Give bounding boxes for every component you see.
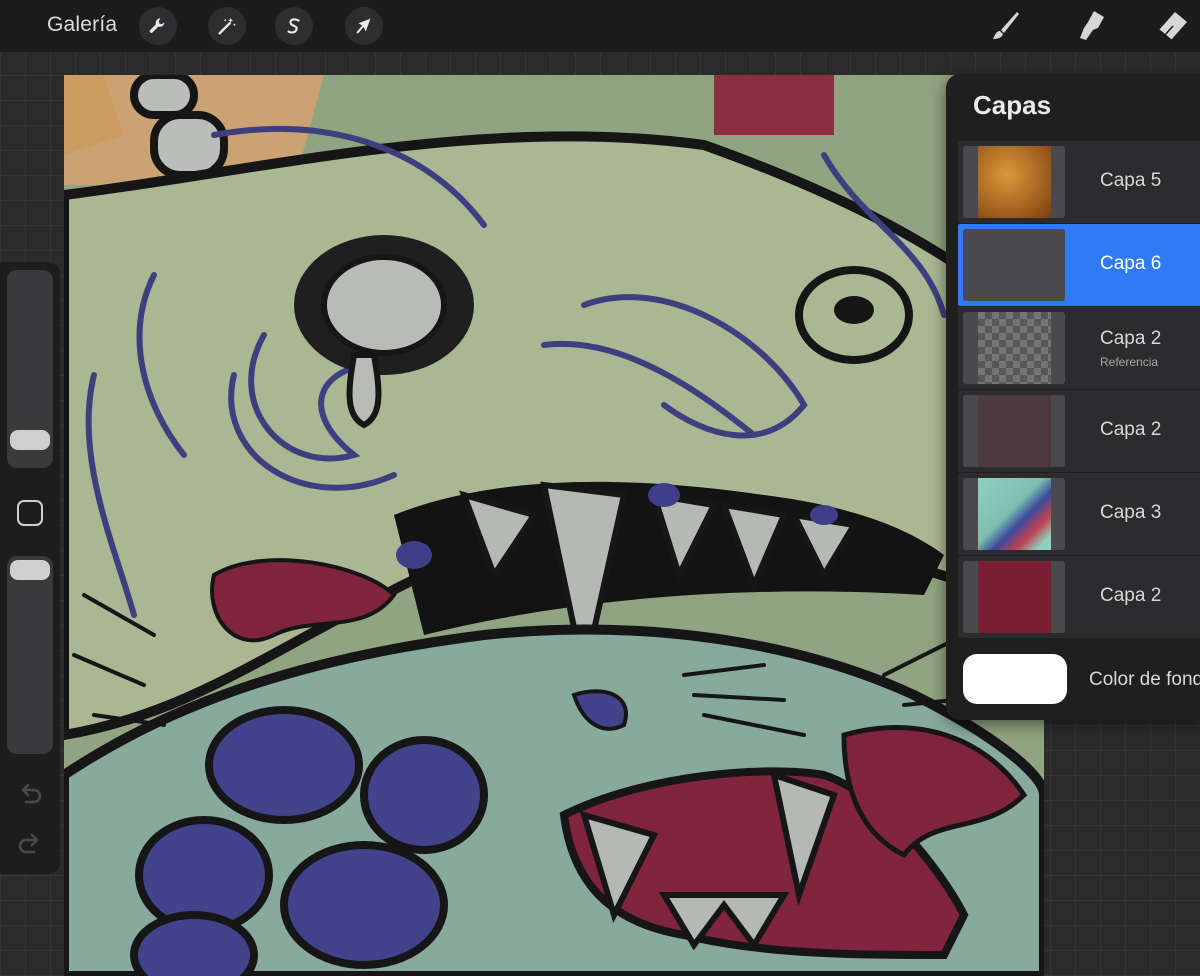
layer-row[interactable]: Capa 2	[958, 390, 1200, 472]
layer-thumbnail	[963, 229, 1065, 301]
eraser-button[interactable]	[1153, 8, 1189, 44]
modify-button[interactable]	[17, 500, 43, 526]
brush-size-slider-thumb[interactable]	[10, 430, 50, 450]
layer-row[interactable]: Capa 2	[958, 556, 1200, 638]
smudge-icon	[1080, 11, 1104, 40]
drawing-canvas[interactable]	[64, 75, 1044, 976]
layer-name: Capa 2	[1100, 419, 1162, 440]
redo-button[interactable]	[16, 830, 44, 858]
undo-button[interactable]	[16, 780, 44, 808]
top-toolbar: Galería	[0, 0, 1200, 52]
layers-title: Capas	[973, 90, 1052, 120]
eraser-icon	[1158, 12, 1187, 41]
layer-subtitle: Referencia	[1100, 355, 1159, 369]
layer-name: Capa 3	[1100, 502, 1162, 523]
magic-wand-icon	[218, 17, 236, 35]
layer-name: Capa 6	[1100, 253, 1162, 274]
layer-name: Capa 5	[1100, 170, 1162, 191]
selection-button[interactable]	[275, 7, 313, 45]
actions-wrench-button[interactable]	[139, 7, 177, 45]
layer-name: Capa 2	[1100, 585, 1162, 606]
background-color-swatch[interactable]	[963, 654, 1067, 704]
layers-panel: Capas Capa 5 Capa 6 Capa 2 Referencia Ca…	[946, 74, 1200, 720]
redo-icon	[18, 833, 39, 854]
layer-row[interactable]: Capa 2 Referencia	[958, 307, 1200, 389]
brush-button[interactable]	[987, 8, 1023, 44]
brush-size-slider[interactable]	[7, 270, 53, 468]
layer-name: Capa 2	[1100, 328, 1162, 349]
smudge-button[interactable]	[1072, 8, 1108, 44]
layer-list: Capa 5 Capa 6 Capa 2 Referencia Capa 2 C…	[958, 141, 1200, 639]
layer-row[interactable]: Capa 5	[958, 141, 1200, 223]
background-color-row[interactable]: Color de fondo	[958, 646, 1200, 712]
layer-thumbnail	[963, 312, 1065, 384]
layer-thumbnail	[963, 561, 1065, 633]
left-sidebar	[0, 262, 60, 874]
transform-button[interactable]	[345, 7, 383, 45]
layer-thumbnail	[963, 478, 1065, 550]
transform-arrow-icon	[356, 18, 371, 34]
opacity-slider-thumb[interactable]	[10, 560, 50, 580]
opacity-slider[interactable]	[7, 556, 53, 754]
background-color-label: Color de fondo	[1089, 669, 1200, 690]
selection-icon	[287, 18, 300, 34]
layer-row[interactable]: Capa 3	[958, 473, 1200, 555]
adjustments-button[interactable]	[208, 7, 246, 45]
gallery-button[interactable]: Galería	[47, 13, 117, 37]
wrench-icon	[149, 18, 165, 33]
artwork-illustration	[64, 75, 1044, 976]
layer-row-selected[interactable]: Capa 6	[958, 224, 1200, 306]
layer-thumbnail	[963, 395, 1065, 467]
layer-thumbnail	[963, 146, 1065, 218]
undo-icon	[21, 783, 42, 804]
brush-icon	[993, 12, 1019, 39]
